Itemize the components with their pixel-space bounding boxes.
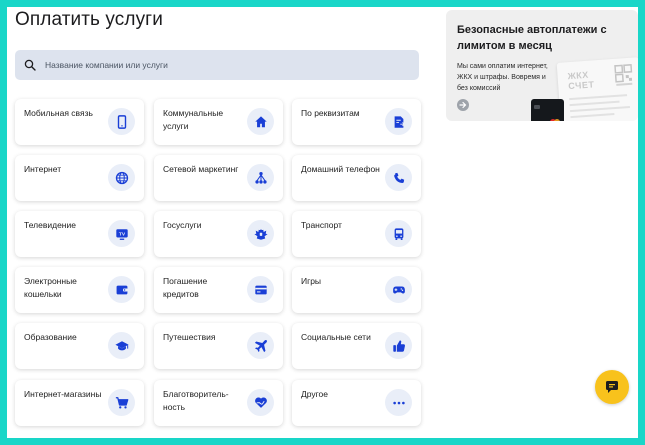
service-tile-label: Путешествия [163, 332, 216, 342]
promo-arrow-button[interactable] [457, 99, 469, 111]
handset-icon [385, 164, 412, 191]
service-tile[interactable]: Интернет [15, 155, 144, 201]
invoice-icon [385, 108, 412, 135]
service-tile-label: Домашний телефон [301, 164, 380, 174]
service-tile[interactable]: Социальные сети [292, 323, 421, 369]
service-tile-label: Сетевой маркетинг [163, 164, 239, 174]
bus-icon [385, 220, 412, 247]
credit-card-icon [247, 276, 274, 303]
service-tile-label: Другое [301, 389, 329, 399]
phone-icon [108, 108, 135, 135]
service-tile-label: Благотворитель-ность [163, 389, 229, 412]
network-icon [247, 164, 274, 191]
promo-title: Безопасные автоплатежи с лимитом в месяц [457, 24, 607, 52]
service-tile[interactable]: Мобильная связь [15, 99, 144, 145]
graduation-cap-icon [108, 332, 135, 359]
service-tile-label: Коммунальные услуги [163, 108, 224, 131]
qr-code-icon [614, 63, 633, 86]
service-tile[interactable]: Погашение кредитов [154, 267, 283, 313]
receipt-illustration: ЖКХ СЧЕТ [556, 57, 638, 121]
service-tile-label: По реквизитам [301, 108, 360, 118]
service-tile-label: Госуслуги [163, 220, 202, 230]
page-title: Оплатить услуги [15, 9, 163, 30]
promo-banner[interactable]: Безопасные автоплатежи с лимитом в месяц… [446, 10, 638, 121]
search-icon [24, 59, 36, 71]
service-tile-label: Погашение кредитов [163, 276, 208, 299]
cart-icon [108, 389, 135, 416]
service-tile[interactable]: Коммунальные услуги [154, 99, 283, 145]
arrow-right-icon [459, 101, 467, 109]
search-placeholder: Название компании или услуги [45, 60, 168, 70]
service-tile[interactable]: Сетевой маркетинг [154, 155, 283, 201]
service-tile-label: Образование [24, 332, 77, 342]
heart-hand-icon [247, 389, 274, 416]
service-tile[interactable]: Благотворитель-ность [154, 380, 283, 426]
promo-text: Мы сами оплатим интернет, ЖКХ и штрафы. … [457, 63, 548, 92]
receipt-text: ЖКХ СЧЕТ [567, 69, 595, 92]
bank-card-illustration [531, 99, 564, 121]
service-tile[interactable]: Путешествия [154, 323, 283, 369]
home-icon [247, 108, 274, 135]
service-tile[interactable]: Госуслуги [154, 211, 283, 257]
page-frame: Оплатить услуги Название компании или ус… [7, 7, 638, 438]
service-tile-label: Игры [301, 276, 322, 286]
gamepad-icon [385, 276, 412, 303]
service-tile[interactable]: Телевидение TV [15, 211, 144, 257]
service-tile[interactable]: Транспорт [292, 211, 421, 257]
thumbs-up-icon [385, 332, 412, 359]
coat-of-arms-icon [247, 220, 274, 247]
more-icon [385, 389, 412, 416]
chat-button[interactable] [595, 370, 629, 404]
service-tile[interactable]: Домашний телефон [292, 155, 421, 201]
service-tile[interactable]: Электронные кошельки [15, 267, 144, 313]
service-tile-label: Мобильная связь [24, 108, 93, 118]
service-tile[interactable]: Игры [292, 267, 421, 313]
search-input[interactable]: Название компании или услуги [15, 50, 419, 80]
service-tile-label: Социальные сети [301, 332, 371, 342]
service-tile-label: Транспорт [301, 220, 342, 230]
svg-text:TV: TV [118, 231, 125, 237]
service-tile[interactable]: Интернет-магазины [15, 380, 144, 426]
chat-icon [606, 381, 618, 393]
wallet-icon [108, 276, 135, 303]
service-tile-label: Электронные кошельки [24, 276, 77, 299]
service-tile-label: Телевидение [24, 220, 76, 230]
airplane-icon [247, 332, 274, 359]
service-tile[interactable]: По реквизитам [292, 99, 421, 145]
service-tile-label: Интернет [24, 164, 62, 174]
service-tile-label: Интернет-магазины [24, 389, 102, 399]
tv-icon: TV [108, 220, 135, 247]
service-tile[interactable]: Образование [15, 323, 144, 369]
globe-icon [108, 164, 135, 191]
service-tile[interactable]: Другое [292, 380, 421, 426]
